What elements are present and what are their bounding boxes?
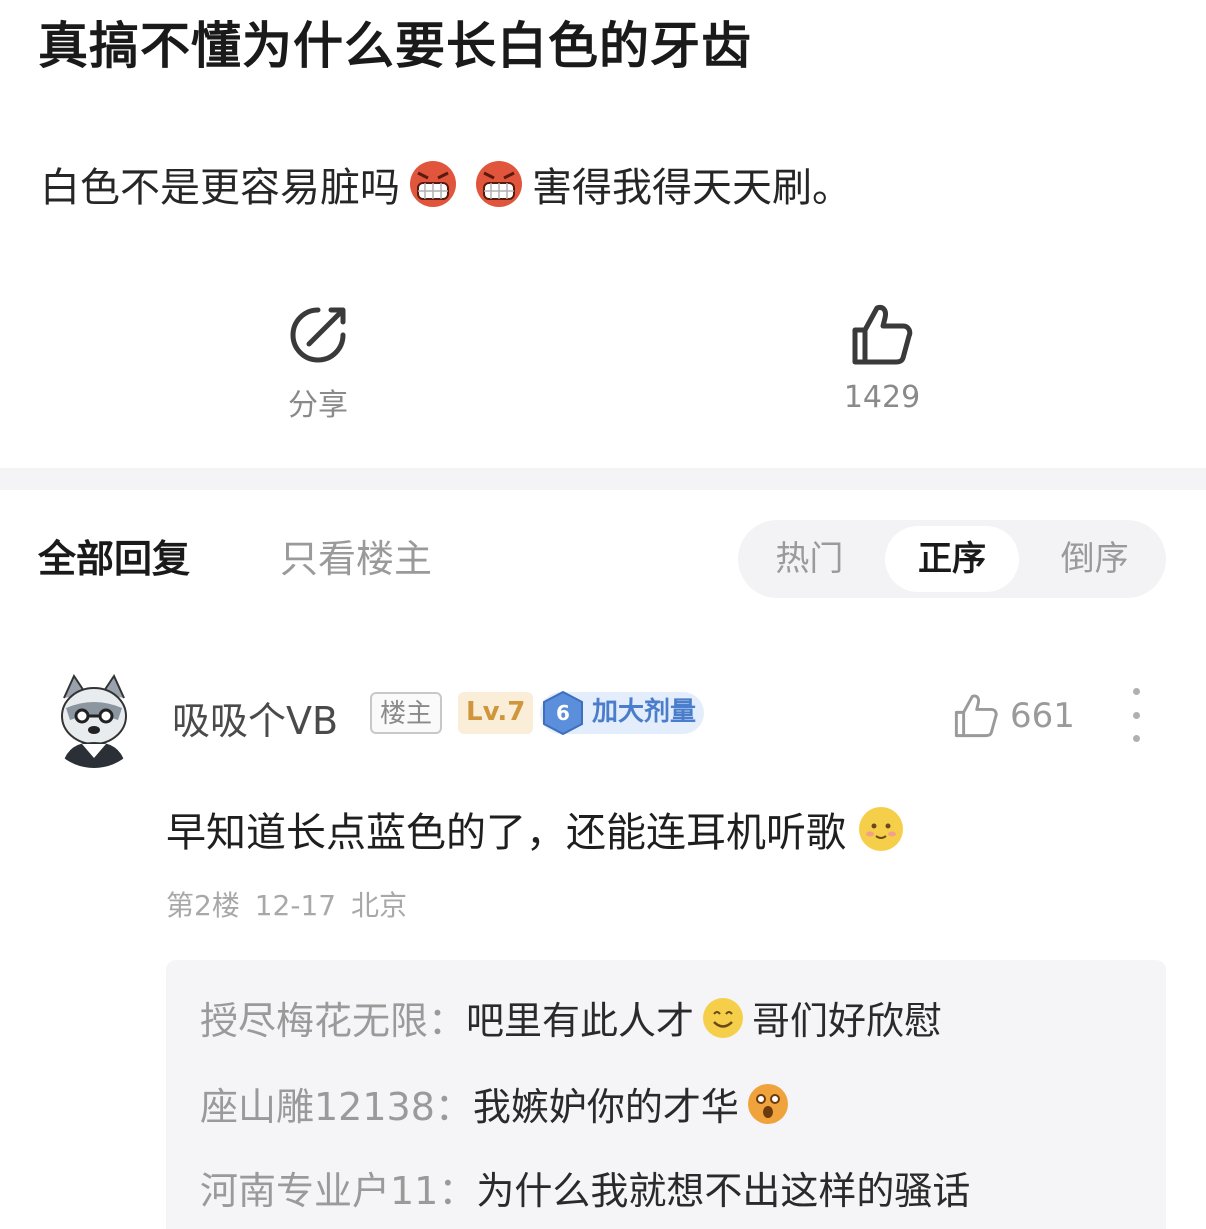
like-count: 1429	[843, 380, 921, 415]
surprised-emoji	[747, 1083, 788, 1124]
like-button[interactable]: 1429	[812, 302, 952, 415]
post-body-text-end: 害得我得天天刷。	[532, 165, 852, 211]
reply-like-count: 661	[1010, 696, 1075, 736]
subreply-item[interactable]: 河南专业户11： 为什么我就想不出这样的骚话	[200, 1160, 970, 1215]
sort-hot-button[interactable]: 热门	[742, 526, 877, 592]
post-title: 真搞不懂为什么要长白色的牙齿	[38, 17, 752, 75]
reply-location: 北京	[351, 889, 408, 922]
op-badge: 楼主	[370, 692, 443, 734]
subreply-item[interactable]: 座山雕12138： 我嫉妒你的才华	[200, 1076, 797, 1131]
subreply-text: 为什么我就想不出这样的骚话	[476, 1169, 971, 1213]
subreply-text: 吧里有此人才	[466, 999, 695, 1043]
reply-text: 早知道长点蓝色的了，还能连耳机听歌	[166, 810, 846, 856]
floor-number: 第2楼	[166, 889, 240, 922]
subreply-author[interactable]: 座山雕12138：	[200, 1076, 473, 1131]
reply-like-button[interactable]: 661	[952, 692, 1075, 740]
share-icon	[290, 307, 346, 363]
subreply-text: 我嫉妒你的才华	[472, 1085, 739, 1129]
thumbs-up-icon	[954, 694, 998, 738]
more-options-icon[interactable]	[1126, 688, 1146, 742]
section-divider	[0, 468, 1206, 490]
share-label: 分享	[288, 388, 348, 423]
reply-username[interactable]: 吸吸个VB	[172, 690, 338, 745]
fan-level-icon: 6	[540, 690, 586, 736]
sort-toggle: 热门 正序 倒序	[738, 520, 1166, 598]
angry-grimace-emoji	[476, 161, 522, 207]
blush-smile-emoji	[859, 807, 903, 851]
fan-level-number: 6	[556, 701, 570, 725]
subreply-author[interactable]: 河南专业户11：	[200, 1160, 476, 1215]
subreply-item[interactable]: 授尽梅花无限： 吧里有此人才 哥们好欣慰	[200, 990, 942, 1045]
reply-date: 12-17	[254, 889, 337, 922]
post-body: 白色不是更容易脏吗 害得我得天天刷。	[40, 155, 852, 213]
thumbs-up-icon	[852, 305, 913, 365]
smile-emoji	[703, 997, 744, 1038]
tab-op-only[interactable]: 只看楼主	[280, 528, 432, 583]
husky-avatar-icon	[61, 673, 127, 768]
sort-ascending-button[interactable]: 正序	[884, 526, 1020, 592]
angry-grimace-emoji	[410, 161, 456, 207]
reply-content: 早知道长点蓝色的了，还能连耳机听歌	[166, 800, 906, 858]
reply-meta: 第2楼 12-17 北京	[166, 884, 407, 924]
level-badge: Lv.7	[458, 692, 534, 734]
subreply-author[interactable]: 授尽梅花无限：	[200, 990, 466, 1045]
subreply-text-end: 哥们好欣慰	[752, 999, 943, 1043]
tab-all-replies[interactable]: 全部回复	[38, 528, 190, 583]
sort-descending-button[interactable]: 倒序	[1027, 526, 1162, 592]
avatar[interactable]	[44, 668, 144, 768]
post-body-text: 白色不是更容易脏吗	[40, 165, 400, 211]
share-button[interactable]: 分享	[248, 302, 388, 424]
